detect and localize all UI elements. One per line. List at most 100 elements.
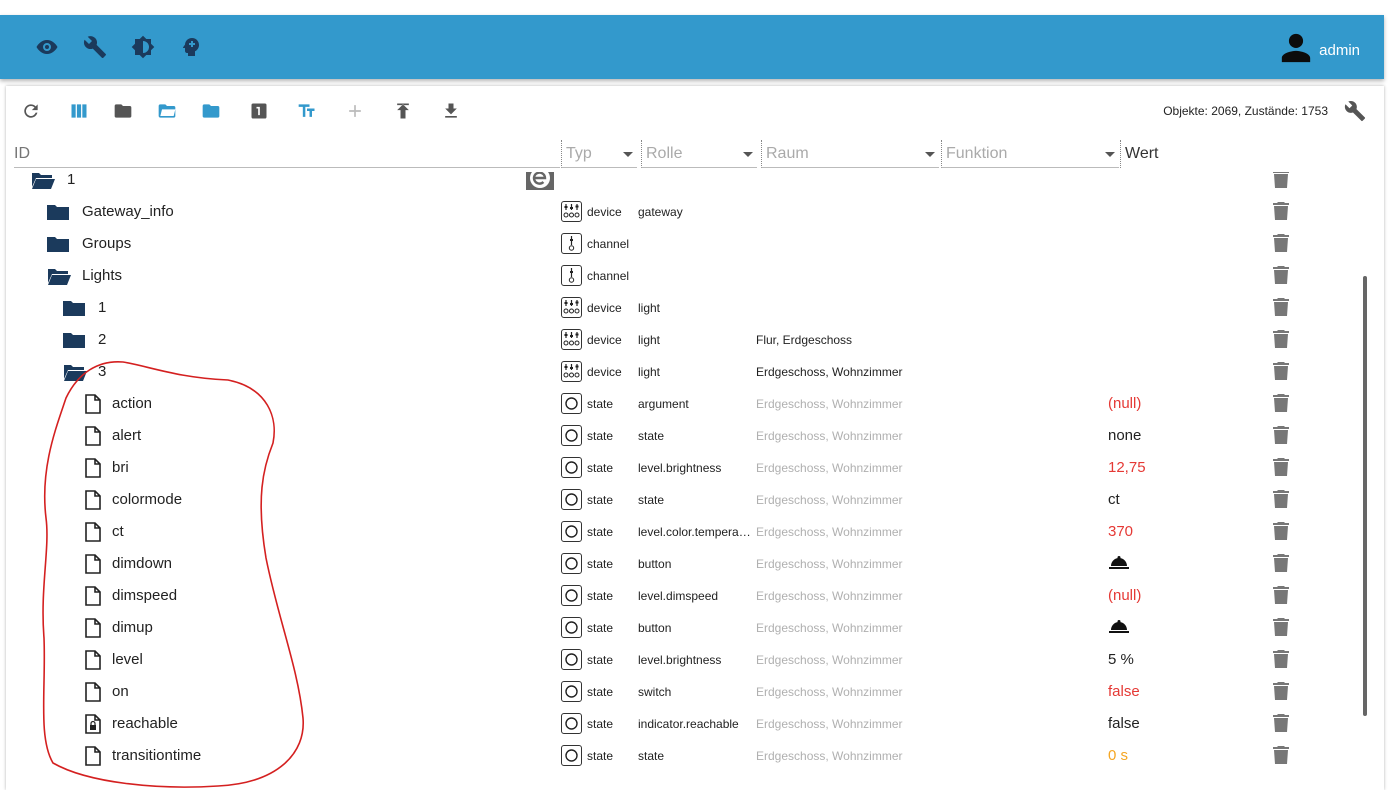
table-row[interactable]: transitiontime state state Erdgeschoss, Woh…: [6, 740, 1366, 772]
trash-icon[interactable]: [1273, 458, 1289, 481]
file-icon[interactable]: [84, 522, 102, 547]
file-icon[interactable]: [84, 746, 102, 771]
object-id[interactable]: transitiontime: [112, 747, 201, 764]
table-row[interactable]: 3 device light Erdgeschoss, Wohnzimmer: [6, 356, 1366, 388]
refresh-icon[interactable]: [20, 100, 42, 122]
object-value[interactable]: ct: [1108, 491, 1120, 508]
table-row[interactable]: action state argument Erdgeschoss, Wohnzimm…: [6, 388, 1366, 420]
table-row[interactable]: colormode state state Erdgeschoss, Wohnzimm…: [6, 484, 1366, 516]
trash-icon[interactable]: [1273, 714, 1289, 737]
scrollbar[interactable]: [1363, 276, 1367, 716]
folder-blue-icon[interactable]: [200, 100, 222, 122]
folder-icon[interactable]: [46, 202, 70, 227]
object-id[interactable]: 3: [98, 363, 106, 380]
object-id[interactable]: Groups: [82, 235, 131, 252]
object-value[interactable]: (null): [1108, 587, 1141, 604]
trash-icon[interactable]: [1273, 330, 1289, 353]
file-icon[interactable]: [84, 650, 102, 675]
object-id[interactable]: 1: [67, 172, 75, 188]
trash-icon[interactable]: [1273, 746, 1289, 769]
trash-icon[interactable]: [1273, 490, 1289, 513]
plus-icon[interactable]: [344, 100, 366, 122]
download-icon[interactable]: [440, 100, 462, 122]
object-id[interactable]: dimspeed: [112, 587, 177, 604]
object-id[interactable]: Gateway_info: [82, 203, 174, 220]
folder-open-icon[interactable]: [156, 100, 178, 122]
trash-icon[interactable]: [1273, 266, 1289, 289]
object-id[interactable]: dimdown: [112, 555, 172, 572]
file-icon[interactable]: [84, 426, 102, 451]
file-icon[interactable]: [84, 490, 102, 515]
folder-open-icon[interactable]: [30, 172, 56, 195]
object-value[interactable]: 5 %: [1108, 651, 1134, 668]
bell-button-icon[interactable]: [1108, 619, 1130, 639]
head-icon[interactable]: [179, 35, 203, 59]
upload-icon[interactable]: [392, 100, 414, 122]
table-row[interactable]: dimup state button Erdgeschoss, Wohnzimmer: [6, 612, 1366, 644]
table-row[interactable]: dimdown state button Erdgeschoss, Wohnzimme…: [6, 548, 1366, 580]
object-value[interactable]: false: [1108, 715, 1140, 732]
table-row[interactable]: bri state level.brightness Erdgeschoss, Woh…: [6, 452, 1366, 484]
folder-open-icon[interactable]: [62, 362, 88, 387]
trash-icon[interactable]: [1273, 650, 1289, 673]
trash-icon[interactable]: [1273, 618, 1289, 641]
text-size-icon[interactable]: [296, 100, 318, 122]
folder-icon[interactable]: [46, 234, 70, 259]
table-row[interactable]: level state level.brightness Erdgeschoss, W…: [6, 644, 1366, 676]
object-id[interactable]: reachable: [112, 715, 178, 732]
wrench-icon[interactable]: [1344, 100, 1366, 127]
trash-icon[interactable]: [1273, 362, 1289, 385]
file-lock-icon[interactable]: [84, 714, 102, 739]
object-id[interactable]: Lights: [82, 267, 122, 284]
object-id[interactable]: 1: [98, 299, 106, 316]
object-id[interactable]: ct: [112, 523, 124, 540]
trash-icon[interactable]: [1273, 554, 1289, 577]
object-value[interactable]: none: [1108, 427, 1141, 444]
object-id[interactable]: on: [112, 683, 129, 700]
rolle-filter-select[interactable]: Rolle: [641, 140, 757, 168]
id-filter-input[interactable]: [14, 140, 560, 168]
file-icon[interactable]: [84, 618, 102, 643]
table-row[interactable]: on state switch Erdgeschoss, Wohnzimmer fals…: [6, 676, 1366, 708]
folder-icon[interactable]: [62, 298, 86, 323]
object-id[interactable]: alert: [112, 427, 141, 444]
object-id[interactable]: bri: [112, 459, 129, 476]
trash-icon[interactable]: [1273, 172, 1289, 193]
file-icon[interactable]: [84, 394, 102, 419]
file-icon[interactable]: [84, 682, 102, 707]
raum-filter-select[interactable]: Raum: [761, 140, 939, 168]
table-row[interactable]: 1 device light: [6, 292, 1366, 324]
bell-button-icon[interactable]: [1108, 555, 1130, 575]
columns-icon[interactable]: [68, 100, 90, 122]
trash-icon[interactable]: [1273, 682, 1289, 705]
trash-icon[interactable]: [1273, 522, 1289, 545]
object-value[interactable]: 370: [1108, 523, 1133, 540]
object-value[interactable]: 12,75: [1108, 459, 1146, 476]
object-id[interactable]: action: [112, 395, 152, 412]
trash-icon[interactable]: [1273, 586, 1289, 609]
user-menu[interactable]: admin: [1273, 31, 1360, 69]
object-id[interactable]: 2: [98, 331, 106, 348]
table-row[interactable]: ct state level.color.temperat... Erdgeschos…: [6, 516, 1366, 548]
object-id[interactable]: dimup: [112, 619, 153, 636]
brightness-icon[interactable]: [131, 35, 155, 59]
funktion-filter-select[interactable]: Funktion: [941, 140, 1119, 168]
trash-icon[interactable]: [1273, 234, 1289, 257]
table-row[interactable]: Gateway_info device gateway: [6, 196, 1366, 228]
trash-icon[interactable]: [1273, 394, 1289, 417]
object-value[interactable]: false: [1108, 683, 1140, 700]
file-icon[interactable]: [84, 458, 102, 483]
object-value[interactable]: 0 s: [1108, 747, 1128, 764]
table-row[interactable]: alert state state Erdgeschoss, Wohnzimmer no…: [6, 420, 1366, 452]
table-row[interactable]: 2 device light Flur, Erdgeschoss: [6, 324, 1366, 356]
trash-icon[interactable]: [1273, 426, 1289, 449]
folder-icon[interactable]: [112, 100, 134, 122]
object-id[interactable]: colormode: [112, 491, 182, 508]
file-icon[interactable]: [84, 554, 102, 579]
trash-icon[interactable]: [1273, 298, 1289, 321]
object-id[interactable]: level: [112, 651, 143, 668]
folder-icon[interactable]: [62, 330, 86, 355]
table-row[interactable]: reachable state indicator.reachable Erdgesc…: [6, 708, 1366, 740]
eye-icon[interactable]: [35, 35, 59, 59]
one-icon[interactable]: [248, 100, 270, 122]
